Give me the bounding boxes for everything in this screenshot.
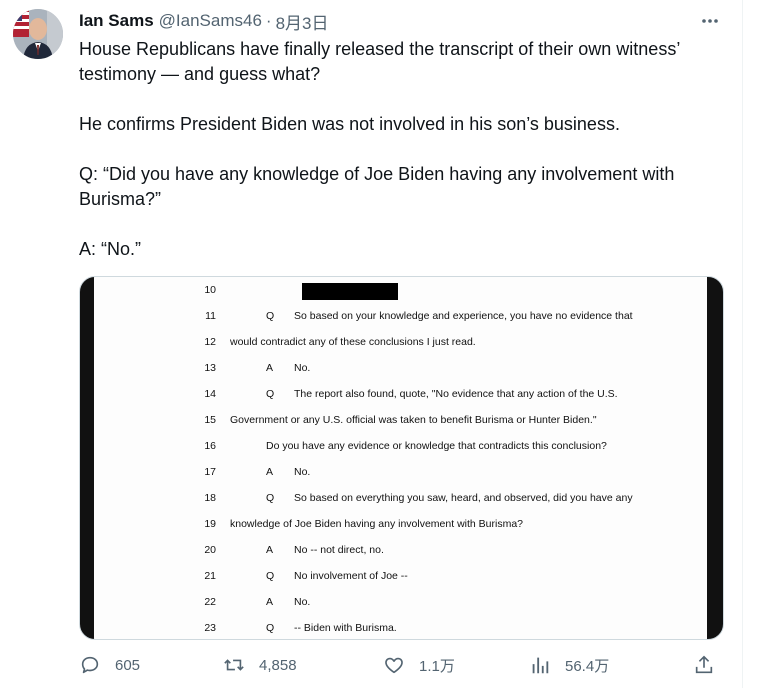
speaker: A — [266, 544, 274, 556]
heart-icon — [385, 657, 403, 674]
transcript-line: 19 knowledge of Joe Biden having any inv… — [94, 512, 707, 538]
like-button[interactable]: 1.1万 — [383, 650, 455, 680]
line-number: 19 — [204, 518, 216, 530]
line-text: So based on everything you saw, heard, a… — [294, 492, 633, 504]
line-text: Government or any U.S. official was take… — [230, 414, 597, 426]
line-text: No involvement of Joe -- — [294, 570, 408, 582]
speaker: Q — [266, 622, 275, 634]
line-number: 13 — [204, 362, 216, 374]
line-text: So based on your knowledge and experienc… — [294, 310, 633, 322]
like-count: 1.1万 — [419, 657, 455, 675]
line-text: would contradict any of these conclusion… — [230, 336, 476, 348]
line-text: No. — [294, 466, 311, 478]
more-horizontal-icon[interactable] — [699, 11, 721, 31]
retweet-button[interactable]: 4,858 — [223, 650, 297, 680]
line-number: 10 — [204, 284, 216, 296]
redaction-bar — [302, 283, 398, 300]
transcript-page: 10 11 Q So based on your knowledge and e… — [94, 277, 707, 639]
column-divider — [742, 0, 743, 688]
transcript-line: 23 Q -- Biden with Burisma. — [94, 616, 707, 639]
reply-button[interactable]: 605 — [79, 650, 140, 680]
transcript-line: 12 would contradict any of these conclus… — [94, 330, 707, 356]
author-handle[interactable]: @IanSams46 — [159, 11, 262, 31]
line-text: No. — [294, 596, 311, 608]
speaker: Q — [266, 388, 275, 400]
transcript-line: 13 A No. — [94, 356, 707, 382]
line-number: 14 — [204, 388, 216, 400]
reply-icon — [81, 656, 99, 674]
line-text: No. — [294, 362, 311, 374]
speaker: A — [266, 466, 274, 478]
transcript-line: 20 A No -- not direct, no. — [94, 538, 707, 564]
speaker: Q — [266, 310, 275, 322]
tweet-text: House Republicans have finally released … — [79, 37, 729, 262]
line-number: 16 — [204, 440, 216, 452]
speaker: A — [266, 596, 274, 608]
transcript-line: 18 Q So based on everything you saw, hea… — [94, 486, 707, 512]
line-text: knowledge of Joe Biden having any involv… — [230, 518, 524, 530]
line-number: 15 — [204, 414, 216, 426]
line-number: 12 — [204, 336, 216, 348]
transcript-line: 10 — [94, 278, 707, 304]
tweet-date[interactable]: 8月3日 — [276, 9, 329, 34]
tweet-paragraph: He confirms President Biden was not invo… — [79, 114, 620, 134]
views-icon — [532, 657, 549, 674]
retweet-icon — [224, 659, 244, 671]
speaker: Q — [266, 492, 275, 504]
speaker: Q — [266, 570, 275, 582]
transcript-line: 21 Q No involvement of Joe -- — [94, 564, 707, 590]
transcript-image[interactable]: 10 11 Q So based on your knowledge and e… — [79, 276, 724, 640]
transcript-line: 22 A No. — [94, 590, 707, 616]
line-text: Do you have any evidence or knowledge th… — [266, 440, 607, 452]
views-count: 56.4万 — [565, 657, 610, 675]
line-number: 18 — [204, 492, 216, 504]
line-number: 17 — [204, 466, 216, 478]
tweet-paragraph: A: “No.” — [79, 239, 142, 259]
line-text: No -- not direct, no. — [294, 544, 384, 556]
transcript-line: 17 A No. — [94, 460, 707, 486]
line-number: 22 — [204, 596, 216, 608]
line-number: 11 — [205, 310, 216, 322]
transcript-line: 11 Q So based on your knowledge and expe… — [94, 304, 707, 330]
line-number: 20 — [204, 544, 216, 556]
line-number: 21 — [204, 570, 216, 582]
transcript-line: 14 Q The report also found, quote, "No e… — [94, 382, 707, 408]
line-number: 23 — [204, 622, 216, 634]
tweet-paragraph: Q: “Did you have any knowledge of Joe Bi… — [79, 164, 675, 209]
avatar[interactable] — [13, 9, 63, 59]
tweet-paragraph: House Republicans have finally released … — [79, 39, 680, 84]
share-icon — [695, 655, 713, 674]
retweet-count: 4,858 — [259, 656, 297, 674]
share-button[interactable] — [693, 650, 715, 680]
author-name[interactable]: Ian Sams — [79, 11, 154, 31]
action-bar: 605 4,858 1.1万 56.4万 — [79, 650, 722, 680]
speaker: A — [266, 362, 274, 374]
separator-dot: · — [265, 11, 272, 30]
line-text: The report also found, quote, "No eviden… — [294, 388, 618, 400]
avatar-image — [13, 9, 63, 59]
tweet-header: Ian Sams @IanSams46 · 8月3日 — [79, 9, 329, 34]
line-text: -- Biden with Burisma. — [294, 622, 397, 634]
transcript-line: 15 Government or any U.S. official was t… — [94, 408, 707, 434]
views-button[interactable]: 56.4万 — [529, 650, 609, 680]
reply-count: 605 — [115, 656, 141, 674]
transcript-line: 16 Do you have any evidence or knowledge… — [94, 434, 707, 460]
